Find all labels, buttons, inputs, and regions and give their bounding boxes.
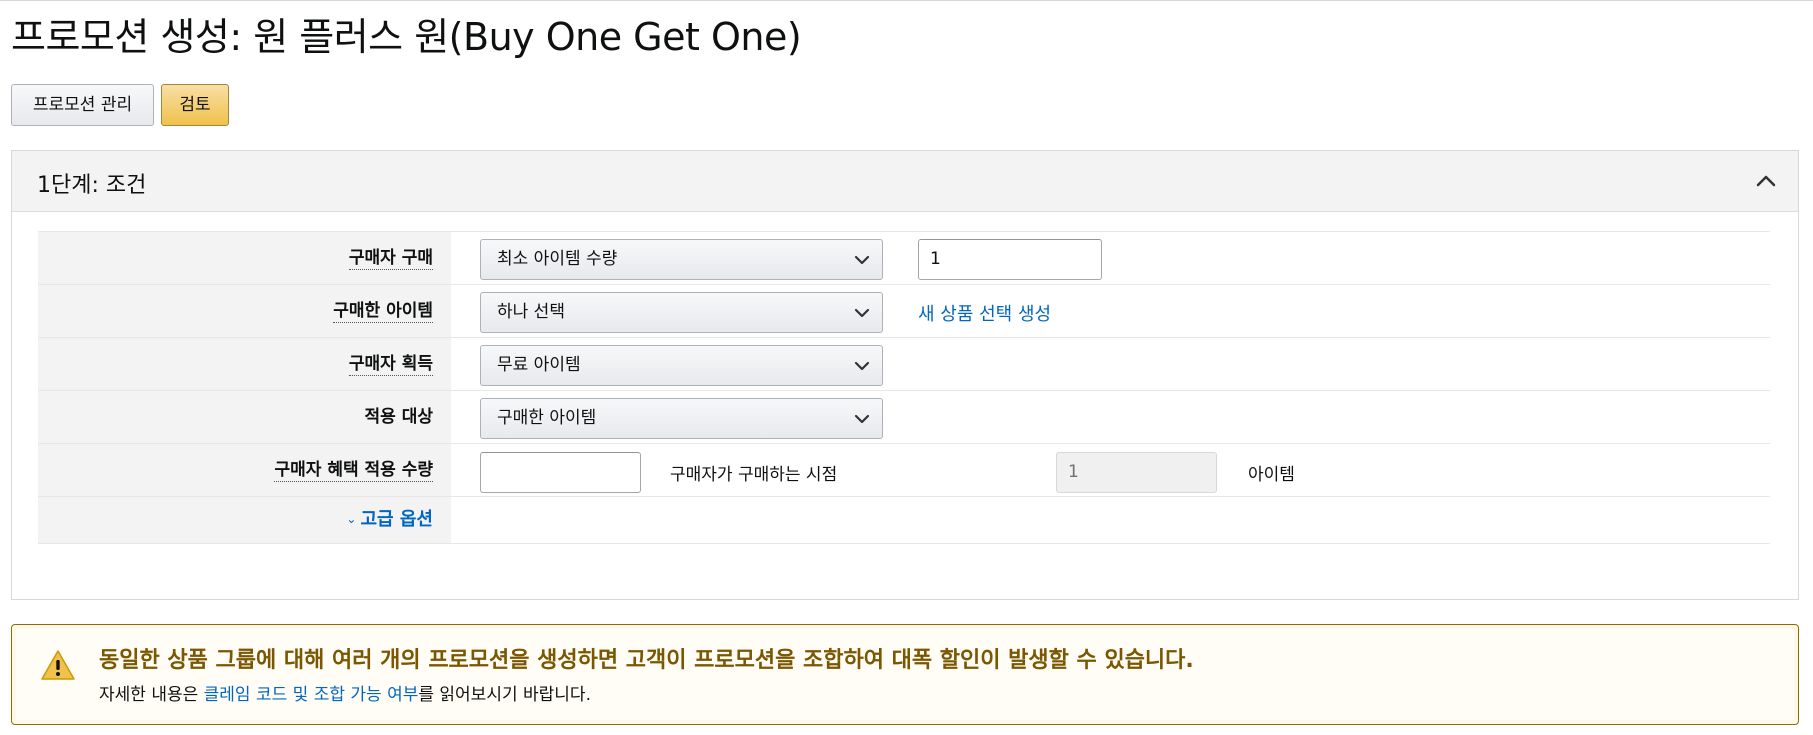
claim-code-combinability-link[interactable]: 클레임 코드 및 조합 가능 여부 — [204, 685, 419, 705]
create-product-selection-link[interactable]: 새 상품 선택 생성 — [918, 300, 1051, 326]
applies-to-select[interactable]: 구매한 아이템 — [480, 398, 883, 439]
chevron-down-icon — [854, 255, 870, 265]
row-purchased-items: 구매한 아이템 하나 선택 새 상품 선택 생성 — [38, 284, 1770, 338]
advanced-options-label: 고급 옵션 — [360, 509, 433, 530]
select-value: 구매한 아이템 — [497, 408, 597, 428]
label-cell: 구매한 아이템 — [38, 285, 451, 338]
row-advanced-options: ⌄ 고급 옵션 — [38, 496, 1770, 544]
alert-detail: 자세한 내용은 클레임 코드 및 조합 가능 여부를 읽어보시기 바랍니다. — [99, 680, 591, 705]
select-value: 무료 아이템 — [497, 355, 581, 375]
alert-detail-prefix: 자세한 내용은 — [99, 685, 204, 705]
chevron-down-icon — [854, 361, 870, 371]
buyer-purchase-point-text: 구매자가 구매하는 시점 — [670, 465, 838, 485]
warning-icon — [41, 650, 75, 680]
label-cell: 적용 대상 — [38, 391, 451, 444]
chevron-down-icon — [854, 308, 870, 318]
label-cell: 구매자 구매 — [38, 232, 451, 285]
purchase-quantity-disabled-input: 1 — [1056, 452, 1217, 493]
chevron-down-icon: ⌄ — [346, 512, 357, 526]
benefit-quantity-input[interactable] — [480, 452, 641, 493]
min-quantity-input[interactable]: 1 — [918, 239, 1102, 280]
conditions-panel: 1단계: 조건 구매자 구매 최소 아이템 수량 1 구매한 아이템 하나 선택… — [11, 150, 1799, 600]
chevron-up-icon[interactable] — [1756, 171, 1776, 191]
select-value: 최소 아이템 수량 — [497, 249, 618, 269]
row-buyer-purchase: 구매자 구매 최소 아이템 수량 1 — [38, 231, 1770, 285]
purchased-items-select[interactable]: 하나 선택 — [480, 292, 883, 333]
purchased-items-label[interactable]: 구매한 아이템 — [333, 296, 433, 323]
row-applies-to: 적용 대상 구매한 아이템 — [38, 390, 1770, 444]
label-cell: 구매자 혜택 적용 수량 — [38, 444, 451, 497]
buyer-gets-select[interactable]: 무료 아이템 — [480, 345, 883, 386]
panel-header[interactable]: 1단계: 조건 — [12, 151, 1798, 212]
buyer-purchase-select[interactable]: 최소 아이템 수량 — [480, 239, 883, 280]
item-unit-text: 아이템 — [1248, 465, 1295, 485]
chevron-down-icon — [854, 414, 870, 424]
benefit-quantity-label[interactable]: 구매자 혜택 적용 수량 — [274, 455, 433, 482]
page-title: 프로모션 생성: 원 플러스 원(Buy One Get One) — [11, 15, 802, 59]
buyer-gets-label[interactable]: 구매자 획득 — [348, 349, 433, 376]
applies-to-label: 적용 대상 — [364, 407, 433, 427]
review-button[interactable]: 검토 — [161, 84, 229, 126]
select-value: 하나 선택 — [497, 302, 565, 322]
step-title: 1단계: 조건 — [37, 173, 147, 198]
alert-heading: 동일한 상품 그룹에 대해 여러 개의 프로모션을 생성하면 고객이 프로모션을… — [99, 648, 1194, 673]
top-border — [0, 0, 1813, 1]
manage-promotions-button[interactable]: 프로모션 관리 — [11, 84, 154, 126]
label-cell: 구매자 획득 — [38, 338, 451, 391]
row-buyer-gets: 구매자 획득 무료 아이템 — [38, 337, 1770, 391]
buyer-purchase-label[interactable]: 구매자 구매 — [348, 243, 433, 270]
advanced-options-toggle[interactable]: ⌄ 고급 옵션 — [346, 505, 433, 531]
row-benefit-quantity: 구매자 혜택 적용 수량 구매자가 구매하는 시점 1 아이템 — [38, 443, 1770, 497]
label-cell: ⌄ 고급 옵션 — [38, 497, 451, 543]
warning-alert: 동일한 상품 그룹에 대해 여러 개의 프로모션을 생성하면 고객이 프로모션을… — [11, 624, 1799, 725]
alert-detail-suffix: 를 읽어보시기 바랍니다. — [418, 685, 591, 705]
